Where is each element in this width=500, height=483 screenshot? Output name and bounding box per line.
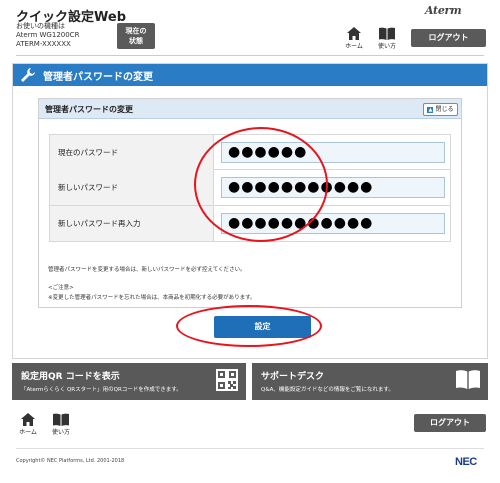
support-desk-card[interactable]: サポートデスク Q&A、機能設定ガイドなどの情報をご覧になれます。: [252, 363, 488, 400]
book-icon: [379, 27, 395, 40]
divider: [16, 55, 484, 56]
header: クイック設定Web お使いの機種は Aterm WG1200CR ATERM-X…: [0, 0, 500, 57]
current-status-button-line1: 現在の: [125, 27, 147, 35]
home-icon: [21, 413, 35, 426]
footer-manual-button[interactable]: 使い方: [50, 413, 72, 443]
book-icon: [53, 413, 69, 426]
model-info: お使いの機種は Aterm WG1200CR ATERM-XXXXXX: [16, 22, 79, 49]
note-caution-heading: <ご注意>: [48, 285, 74, 291]
model-info-line: ATERM-XXXXXX: [16, 40, 71, 48]
home-label: ホーム: [345, 43, 363, 50]
confirm-password-input[interactable]: ●●●●●●●●●●●: [221, 213, 445, 234]
chevron-up-icon: ▲: [427, 106, 434, 113]
collapse-button[interactable]: ▲ 閉じる: [423, 103, 458, 116]
current-password-label: 現在のパスワード: [50, 135, 214, 170]
footer-manual-label: 使い方: [51, 429, 70, 436]
current-status-button[interactable]: 現在の 状態: [117, 23, 155, 49]
model-info-line: お使いの機種は: [16, 22, 65, 30]
wrench-icon: [21, 68, 35, 82]
home-icon: [347, 27, 361, 40]
confirm-password-label: 新しいパスワード再入力: [50, 206, 214, 241]
support-card-title: サポートデスク: [261, 372, 325, 382]
new-password-label: 新しいパスワード: [50, 170, 214, 205]
subsection-title: 管理者パスワードの変更: [45, 105, 133, 114]
section-title: 管理者パスワードの変更: [43, 72, 153, 83]
divider: [16, 448, 484, 449]
footer-home-button[interactable]: ホーム: [17, 413, 39, 443]
footer-logout-button[interactable]: ログアウト: [414, 414, 486, 432]
model-info-line: Aterm WG1200CR: [16, 31, 80, 39]
note-caution: ※変更した管理者パスワードを忘れた場合は、本商品を初期化する必要があります。: [48, 295, 256, 301]
current-password-input[interactable]: ●●●●●●: [221, 142, 445, 163]
note-backup: 管理者パスワードを変更する場合は、新しいパスワードを必ず控えてください。: [48, 267, 246, 273]
qr-card-description: 「Atermらくらく QRスタート」用のQRコードを作成できます。: [21, 387, 182, 393]
collapse-label: 閉じる: [435, 106, 454, 113]
section-header: 管理者パスワードの変更: [13, 64, 487, 86]
subsection-header: 管理者パスワードの変更 ▲ 閉じる: [39, 99, 461, 119]
password-change-box: 管理者パスワードの変更 ▲ 閉じる 現在のパスワード ●●●●●● 新しいパスワー…: [38, 98, 462, 308]
home-button[interactable]: ホーム: [343, 27, 365, 57]
form-row-confirm-password: 新しいパスワード再入力 ●●●●●●●●●●●: [49, 206, 451, 242]
form-row-current-password: 現在のパスワード ●●●●●●: [49, 134, 451, 170]
nec-logo: NEC: [455, 456, 477, 468]
qr-code-card[interactable]: 設定用QR コードを表示 「Atermらくらく QRスタート」用のQRコードを作…: [12, 363, 246, 400]
qr-card-title: 設定用QR コードを表示: [21, 372, 120, 382]
main-panel: 管理者パスワードの変更 管理者パスワードの変更 ▲ 閉じる 現在のパスワード ●●…: [12, 63, 488, 359]
footer-home-label: ホーム: [19, 429, 37, 436]
qr-code-icon: [216, 369, 238, 391]
support-card-description: Q&A、機能設定ガイドなどの情報をご覧になれます。: [261, 387, 394, 393]
submit-button[interactable]: 設定: [214, 316, 311, 338]
manual-label: 使い方: [377, 43, 396, 50]
copyright-text: Copyright© NEC Platforms, Ltd. 2001-2018: [16, 458, 125, 464]
new-password-input[interactable]: ●●●●●●●●●●●: [221, 177, 445, 198]
book-icon: [456, 370, 480, 389]
logout-button[interactable]: ログアウト: [411, 29, 486, 47]
aterm-logo: Aterm: [425, 4, 462, 17]
form-row-new-password: 新しいパスワード ●●●●●●●●●●●: [49, 170, 451, 206]
manual-button[interactable]: 使い方: [376, 27, 398, 57]
current-status-button-line2: 状態: [129, 37, 143, 45]
